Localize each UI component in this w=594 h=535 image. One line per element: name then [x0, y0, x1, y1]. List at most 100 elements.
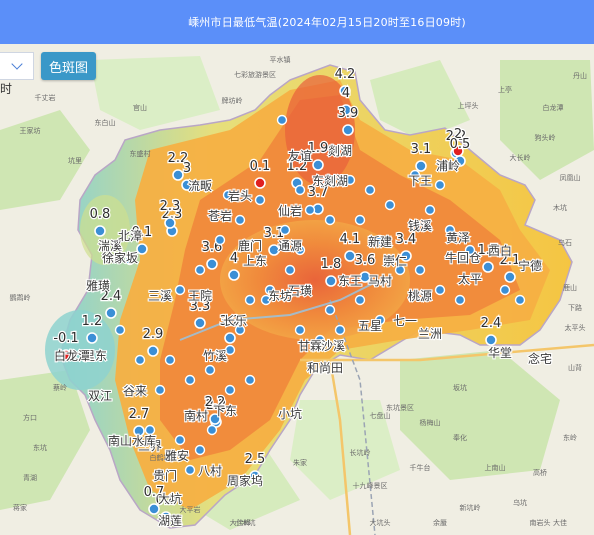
place-label: 贵门	[153, 468, 177, 483]
place-label: 新建	[368, 234, 392, 249]
landmark-label: 上亭	[498, 85, 512, 94]
station-marker[interactable]	[204, 364, 216, 376]
station-marker[interactable]	[485, 334, 497, 346]
station-marker[interactable]	[324, 304, 336, 316]
station-marker[interactable]	[154, 384, 166, 396]
station-marker[interactable]	[224, 384, 236, 396]
station-marker[interactable]	[206, 424, 218, 436]
station-marker[interactable]	[228, 269, 240, 281]
landmark-label: 凤凰山	[560, 173, 581, 182]
station-marker[interactable]	[86, 332, 98, 344]
layer-dropdown[interactable]	[0, 52, 34, 80]
station-marker[interactable]	[214, 234, 226, 246]
landmark-label: 东坑	[33, 443, 47, 452]
station-temperature: -0.1	[53, 331, 78, 346]
landmark-label: 七盘山	[370, 411, 391, 420]
station-marker[interactable]	[342, 124, 354, 136]
station-marker[interactable]	[254, 194, 266, 206]
place-label: 西白	[488, 243, 512, 258]
landmark-label: 千牛台	[410, 463, 431, 472]
station-marker[interactable]	[184, 374, 196, 386]
station-temperature: 3.1	[411, 142, 432, 157]
station-marker[interactable]	[194, 317, 206, 329]
map-header: 嵊州市日最低气温(2024年02月15日20时至16日09时)	[0, 0, 594, 44]
station-marker[interactable]	[514, 294, 526, 306]
station-marker[interactable]	[134, 354, 146, 366]
station-marker[interactable]	[105, 307, 117, 319]
station-marker[interactable]	[312, 159, 324, 171]
landmark-label: 坑里	[68, 156, 82, 165]
station-marker[interactable]	[344, 250, 356, 262]
station-marker[interactable]	[354, 214, 366, 226]
place-label: 念宅	[528, 351, 552, 366]
station-marker[interactable]	[354, 294, 366, 306]
station-marker[interactable]	[384, 199, 396, 211]
station-marker[interactable]	[136, 243, 148, 255]
station-marker[interactable]	[194, 444, 206, 456]
station-alert-marker[interactable]	[254, 177, 266, 189]
landmark-label: 乌坑	[513, 498, 527, 507]
temperature-map[interactable]: 4.2 4 3.9 2.2 3 2.3 0.1 1.2 2.2 3.1 2 0.5 3.6 3.7 1.9 0…	[0, 44, 594, 535]
station-marker[interactable]	[482, 261, 494, 273]
station-marker[interactable]	[114, 324, 126, 336]
station-temperature: 0.1	[250, 159, 271, 174]
station-marker[interactable]	[504, 271, 516, 283]
station-marker[interactable]	[325, 275, 337, 287]
station-marker[interactable]	[284, 264, 296, 276]
place-label: 崇仁	[383, 254, 407, 268]
station-marker[interactable]	[434, 284, 446, 296]
station-marker[interactable]	[224, 332, 236, 344]
place-label: 牛回仓	[445, 250, 481, 265]
station-marker[interactable]	[164, 217, 176, 229]
station-marker[interactable]	[164, 354, 176, 366]
map-canvas[interactable]: 4.243.92.232.30.1 1.22.23.120.53.63.71.90…	[0, 44, 594, 535]
place-label: 湖莲	[158, 513, 182, 528]
landmark-label: 大平岩	[180, 505, 201, 514]
weather-station[interactable]: 4	[228, 250, 240, 281]
station-temperature: 3.6	[355, 253, 376, 268]
station-marker[interactable]	[194, 264, 206, 276]
station-marker[interactable]	[414, 264, 426, 276]
station-marker[interactable]	[324, 214, 336, 226]
station-marker[interactable]	[434, 179, 446, 191]
landmark-label: 七彩旅游景区	[234, 70, 276, 79]
station-marker[interactable]	[304, 204, 316, 216]
place-label: 大坑	[158, 491, 182, 506]
station-marker[interactable]	[424, 204, 436, 216]
station-marker[interactable]	[234, 214, 246, 226]
station-temperature: 2.4	[481, 316, 502, 331]
contour-toggle-button[interactable]: 色斑图	[41, 52, 96, 80]
station-marker[interactable]	[499, 284, 511, 296]
station-marker[interactable]	[244, 294, 256, 306]
station-marker[interactable]	[206, 258, 218, 270]
place-label: 流畈	[188, 179, 212, 193]
station-marker[interactable]	[147, 345, 159, 357]
station-marker[interactable]	[364, 184, 376, 196]
place-label: 太平	[458, 271, 482, 286]
station-marker[interactable]	[334, 324, 346, 336]
station-temperature: 0.5	[450, 137, 471, 152]
station-marker[interactable]	[174, 434, 186, 446]
landmark-label: 上南山	[485, 463, 506, 472]
station-marker[interactable]	[244, 374, 256, 386]
place-label: 下东	[213, 404, 237, 418]
station-marker[interactable]	[184, 464, 196, 476]
station-marker[interactable]	[94, 225, 106, 237]
station-marker[interactable]	[294, 324, 306, 336]
place-label: 桃源	[408, 288, 432, 303]
station-marker[interactable]	[294, 184, 306, 196]
station-marker[interactable]	[454, 294, 466, 306]
landmark-label: 十九峰景区	[353, 481, 388, 490]
station-marker[interactable]	[415, 160, 427, 172]
station-marker[interactable]	[279, 224, 291, 236]
station-marker[interactable]	[174, 284, 186, 296]
place-label: 剡湖	[328, 143, 352, 158]
station-marker[interactable]	[172, 169, 184, 181]
station-marker[interactable]	[276, 114, 288, 126]
station-temperature: 3.4	[396, 232, 417, 247]
place-label: 下王	[408, 174, 432, 188]
landmark-label: 蔡岭	[53, 383, 67, 392]
landmark-label: 东盛村	[130, 149, 151, 158]
station-temperature: 4	[230, 251, 238, 266]
landmark-label: 上坪头	[458, 101, 479, 110]
